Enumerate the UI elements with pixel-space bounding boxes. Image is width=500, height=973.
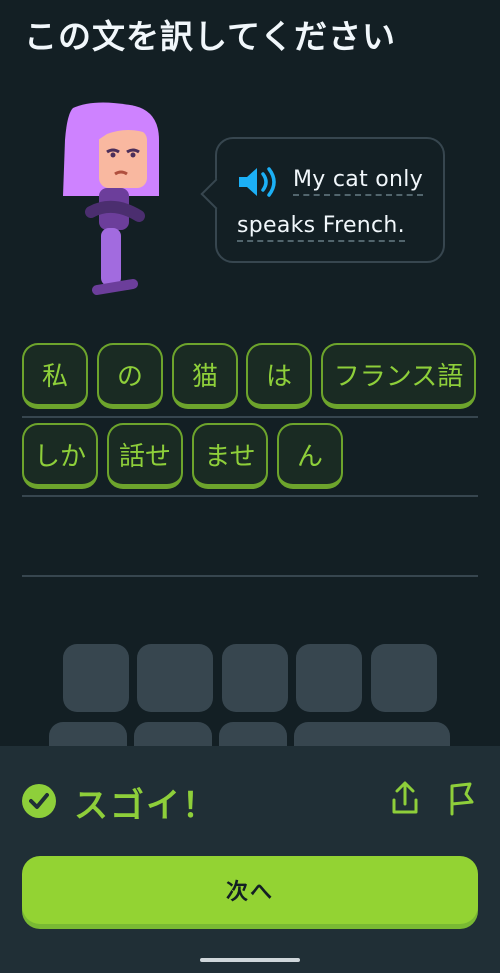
- prompt-line-2[interactable]: speaks French.: [237, 213, 405, 242]
- answer-tile[interactable]: 私: [22, 343, 88, 409]
- answer-line: [22, 416, 478, 418]
- answer-tile[interactable]: ん: [277, 423, 343, 489]
- answer-tile[interactable]: 猫: [172, 343, 238, 409]
- word-bank-slot: [371, 644, 437, 712]
- answer-tile[interactable]: ませ: [192, 423, 268, 489]
- share-icon[interactable]: [390, 780, 420, 816]
- prompt-line-1[interactable]: My cat only: [293, 167, 424, 196]
- answer-tile[interactable]: の: [97, 343, 163, 409]
- word-bank-slot: [222, 644, 288, 712]
- answer-tile[interactable]: しか: [22, 423, 98, 489]
- answer-line: [22, 575, 478, 577]
- bubble-tail: [200, 178, 232, 210]
- flag-icon[interactable]: [446, 780, 476, 816]
- page-title: この文を訳してください: [24, 17, 397, 56]
- word-bank-slot: [63, 644, 129, 712]
- answer-tile[interactable]: は: [246, 343, 312, 409]
- feedback-panel: スゴイ！ 次へ: [0, 746, 500, 973]
- speaker-icon[interactable]: [237, 165, 281, 199]
- answer-tile[interactable]: 話せ: [107, 423, 183, 489]
- word-bank-slot: [296, 644, 362, 712]
- next-button[interactable]: 次へ: [22, 856, 478, 924]
- word-bank-slot: [137, 644, 213, 712]
- answer-tile[interactable]: フランス語: [321, 343, 476, 409]
- feedback-message: スゴイ！: [74, 786, 218, 826]
- home-indicator[interactable]: [200, 958, 300, 962]
- character-illustration: [63, 102, 159, 295]
- answer-line: [22, 495, 478, 497]
- speech-bubble: My cat only speaks French.: [200, 137, 445, 263]
- check-circle-icon: [22, 784, 56, 818]
